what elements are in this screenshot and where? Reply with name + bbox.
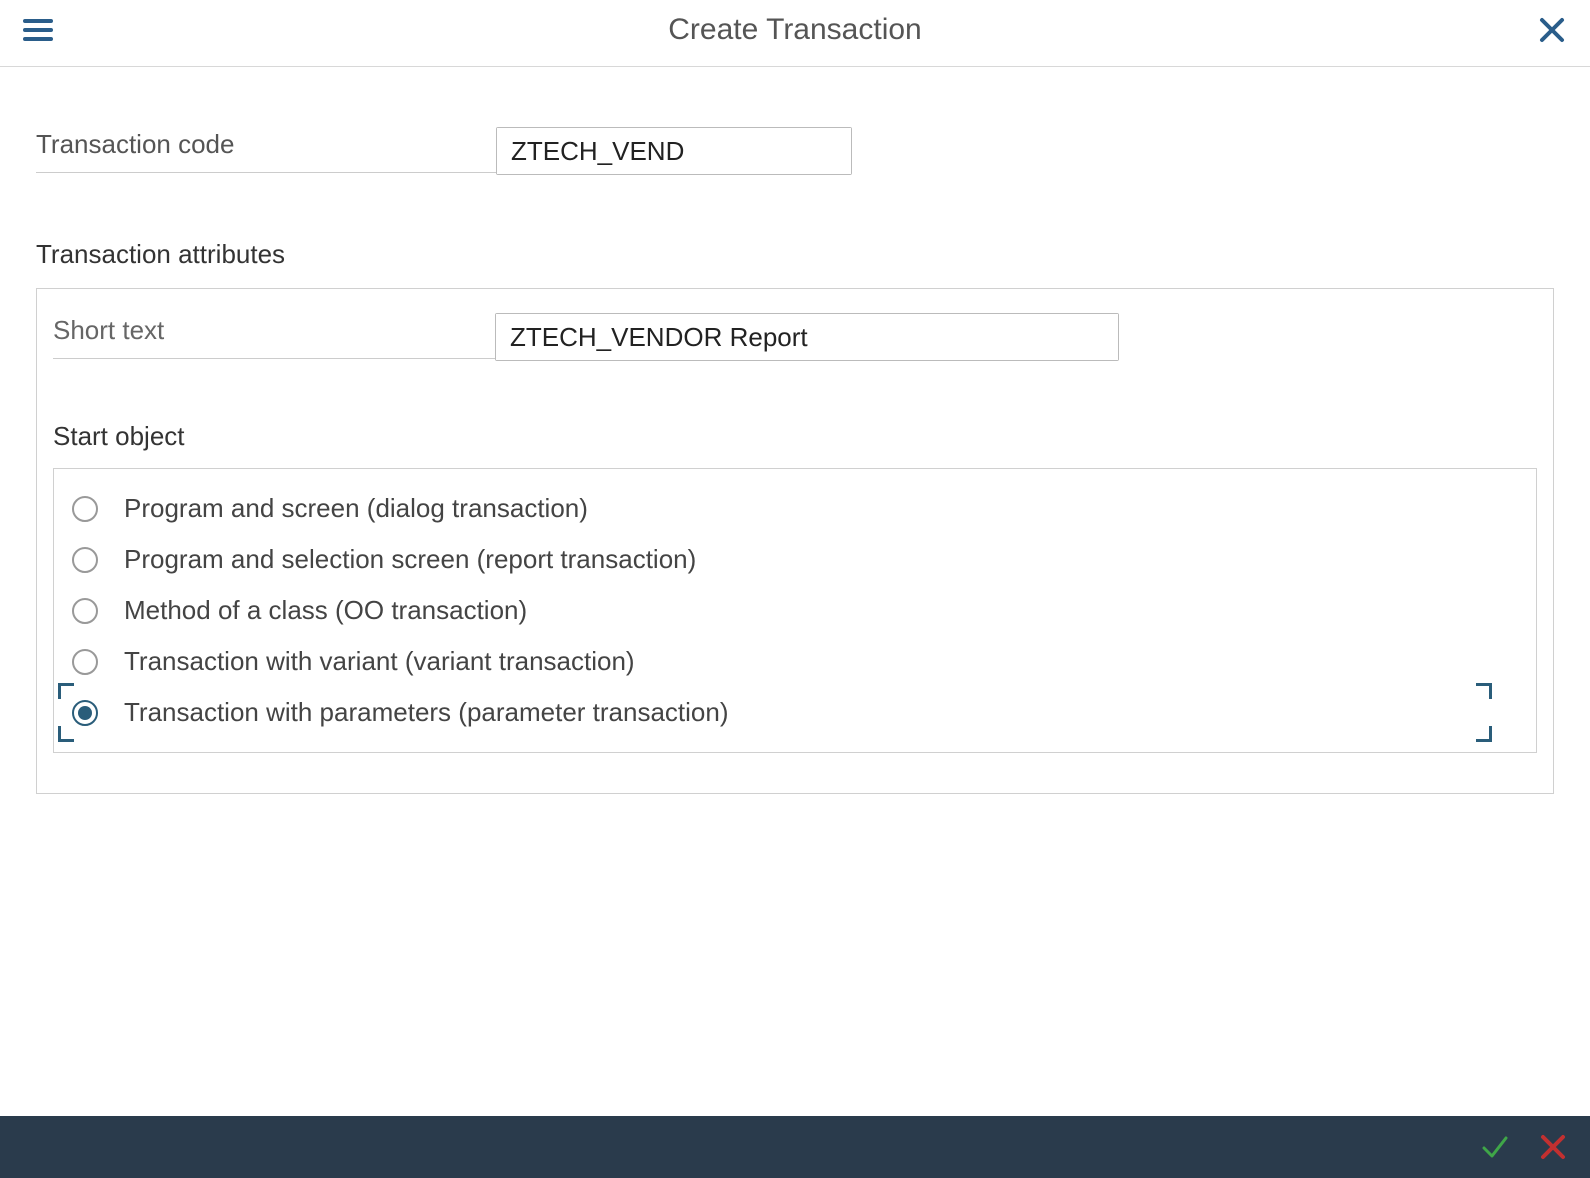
radio-icon: [72, 547, 98, 573]
short-text-input[interactable]: [496, 314, 1118, 360]
transaction-code-input-wrap: [496, 127, 852, 175]
selection-corner-bl: [58, 726, 74, 742]
radio-icon: [72, 700, 98, 726]
start-object-radio-group: Program and screen (dialog transaction) P…: [53, 468, 1537, 753]
radio-option-2[interactable]: Method of a class (OO transaction): [68, 585, 1522, 636]
transaction-code-row: Transaction code: [36, 127, 1554, 175]
short-text-row: Short text: [53, 313, 1537, 361]
radio-option-1[interactable]: Program and selection screen (report tra…: [68, 534, 1522, 585]
short-text-label: Short text: [53, 315, 495, 359]
hamburger-icon: [23, 17, 53, 43]
radio-label: Program and screen (dialog transaction): [124, 493, 588, 524]
radio-icon: [72, 649, 98, 675]
x-icon: [1538, 1132, 1568, 1162]
attributes-section-title: Transaction attributes: [36, 239, 1554, 270]
check-icon: [1480, 1132, 1510, 1162]
radio-label: Method of a class (OO transaction): [124, 595, 527, 626]
radio-label: Transaction with parameters (parameter t…: [124, 697, 729, 728]
selection-corner-br: [1476, 726, 1492, 742]
radio-label: Program and selection screen (report tra…: [124, 544, 696, 575]
close-button[interactable]: [1532, 10, 1572, 50]
radio-icon: [72, 496, 98, 522]
transaction-code-input[interactable]: [497, 128, 851, 174]
radio-option-0[interactable]: Program and screen (dialog transaction): [68, 483, 1522, 534]
confirm-button[interactable]: [1480, 1132, 1510, 1162]
close-icon: [1539, 17, 1565, 43]
dialog-content: Transaction code Transaction attributes …: [0, 67, 1590, 1116]
radio-option-3[interactable]: Transaction with variant (variant transa…: [68, 636, 1522, 687]
dialog-title: Create Transaction: [58, 13, 1532, 47]
transaction-code-label: Transaction code: [36, 129, 496, 173]
radio-option-4[interactable]: Transaction with parameters (parameter t…: [68, 687, 1522, 738]
short-text-input-wrap: [495, 313, 1119, 361]
cancel-button[interactable]: [1538, 1132, 1568, 1162]
menu-button[interactable]: [18, 10, 58, 50]
attributes-box: Short text Start object Program and scre…: [36, 288, 1554, 794]
dialog-header: Create Transaction: [0, 0, 1590, 67]
radio-icon: [72, 598, 98, 624]
dialog-footer: [0, 1116, 1590, 1178]
start-object-title: Start object: [53, 421, 1537, 452]
radio-label: Transaction with variant (variant transa…: [124, 646, 635, 677]
